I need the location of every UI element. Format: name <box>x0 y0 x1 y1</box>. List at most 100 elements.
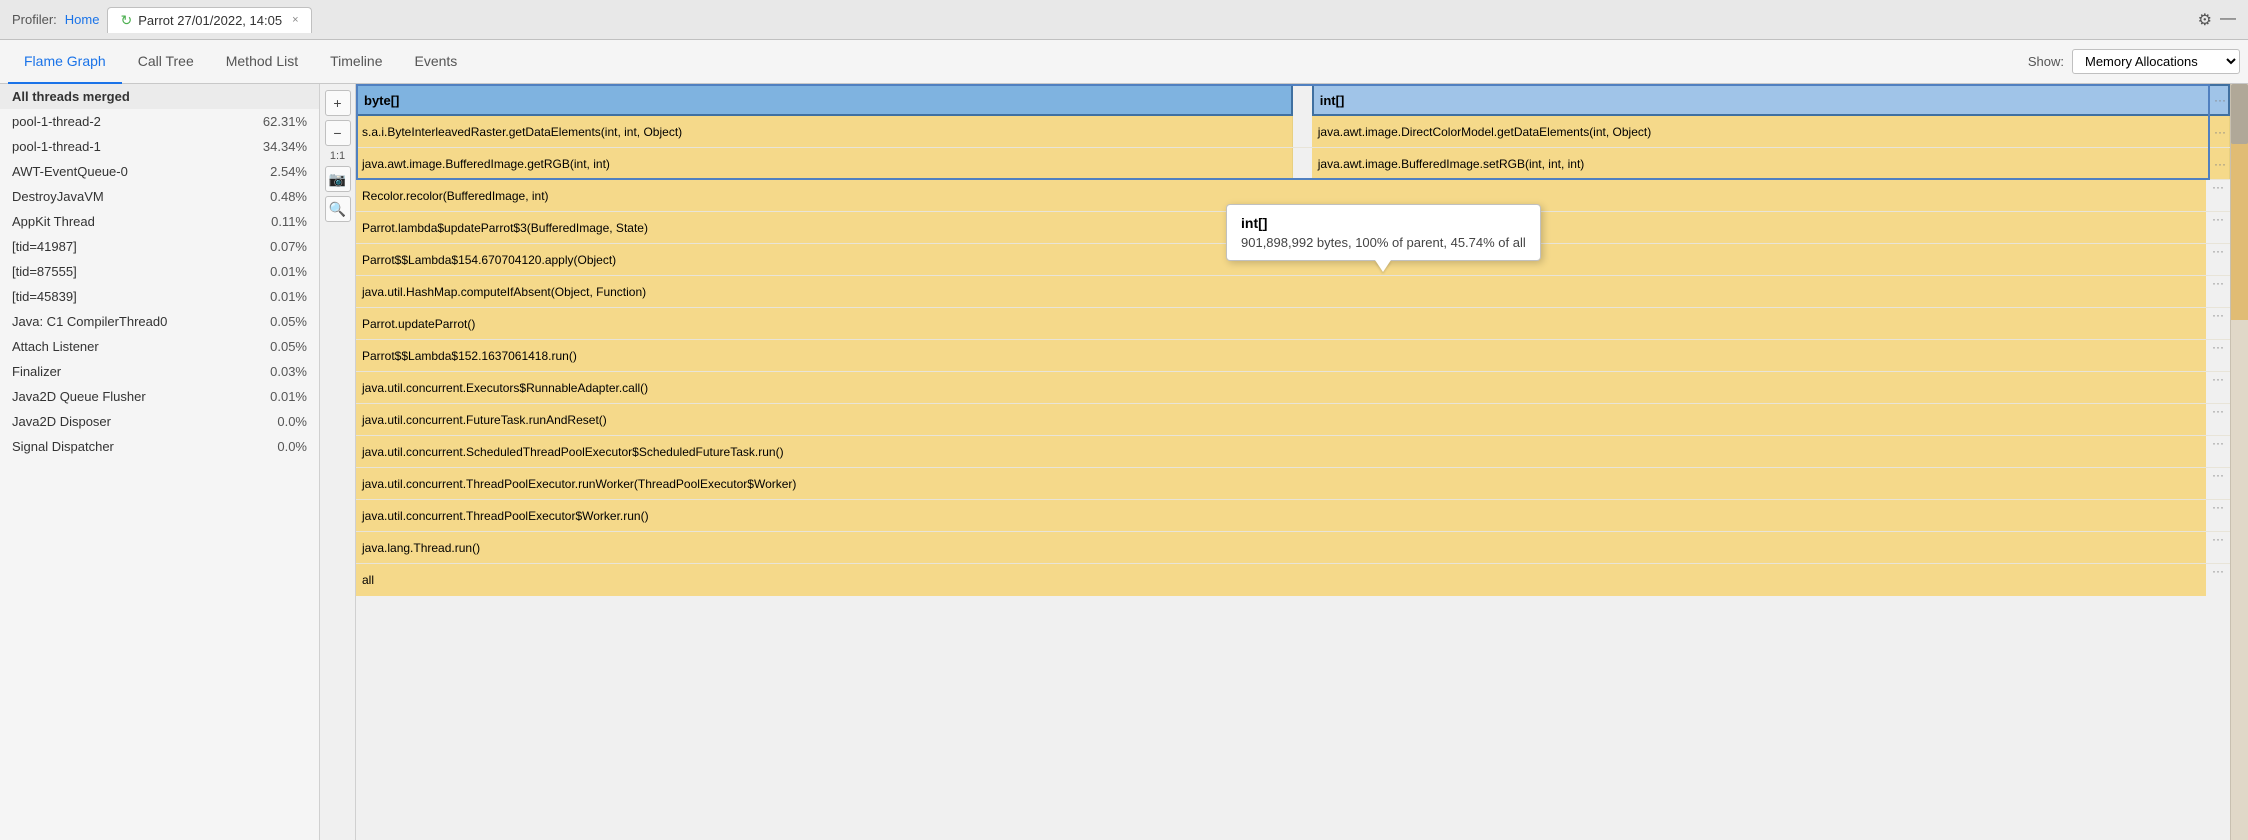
flame-row-16[interactable]: all ··· <box>356 564 2230 596</box>
thread-item-all[interactable]: All threads merged <box>0 84 319 109</box>
flame-cell-int[interactable]: int[] <box>1312 84 2230 116</box>
thread-name: Java2D Queue Flusher <box>12 389 146 404</box>
row-dots-16[interactable]: ··· <box>2206 564 2230 596</box>
thread-name: Finalizer <box>12 364 61 379</box>
flame-row-6[interactable]: Parrot$$Lambda$154.670704120.apply(Objec… <box>356 244 2230 276</box>
settings-icon[interactable]: ⚙ <box>2198 10 2212 30</box>
thread-percent: 0.03% <box>252 364 307 379</box>
flame-cell-getraster[interactable]: s.a.i.ByteInterleavedRaster.getDataEleme… <box>356 116 1293 147</box>
thread-name: [tid=45839] <box>12 289 77 304</box>
thread-item-java2dflusher[interactable]: Java2D Queue Flusher 0.01% <box>0 384 319 409</box>
thread-percent: 2.54% <box>252 164 307 179</box>
flame-cell-worker-run[interactable]: java.util.concurrent.ThreadPoolExecutor$… <box>356 500 2206 531</box>
flame-row-7[interactable]: java.util.HashMap.computeIfAbsent(Object… <box>356 276 2230 308</box>
row-dots-14[interactable]: ··· <box>2206 500 2230 531</box>
tab-flame-graph[interactable]: Flame Graph <box>8 40 122 84</box>
thread-name: All threads merged <box>12 89 130 104</box>
capture-button[interactable]: 📷 <box>325 166 351 192</box>
tab-timeline[interactable]: Timeline <box>314 40 398 84</box>
flame-cell-updateparrot[interactable]: Parrot.updateParrot() <box>356 308 2206 339</box>
thread-item-tid87555[interactable]: [tid=87555] 0.01% <box>0 259 319 284</box>
thread-item-c1compiler[interactable]: Java: C1 CompilerThread0 0.05% <box>0 309 319 334</box>
thread-item-appkit[interactable]: AppKit Thread 0.11% <box>0 209 319 234</box>
row-dots-10[interactable]: ··· <box>2206 372 2230 403</box>
row-dots-2a[interactable]: ··· <box>2214 125 2226 139</box>
flame-row-14[interactable]: java.util.concurrent.ThreadPoolExecutor$… <box>356 500 2230 532</box>
search-button[interactable]: 🔍 <box>325 196 351 222</box>
flame-cell-lambda154[interactable]: Parrot$$Lambda$154.670704120.apply(Objec… <box>356 244 2206 275</box>
thread-item-pool1thread2[interactable]: pool-1-thread-2 62.31% <box>0 109 319 134</box>
flame-cell-runnableadapter[interactable]: java.util.concurrent.Executors$RunnableA… <box>356 372 2206 403</box>
thread-percent: 0.0% <box>252 414 307 429</box>
row-dots-12[interactable]: ··· <box>2206 436 2230 467</box>
row-dots-4[interactable]: ··· <box>2206 180 2230 211</box>
flame-cell-computeifabsent[interactable]: java.util.HashMap.computeIfAbsent(Object… <box>356 276 2206 307</box>
fit-button[interactable]: 1:1 <box>330 150 345 162</box>
thread-item-destroyjvm[interactable]: DestroyJavaVM 0.48% <box>0 184 319 209</box>
row-dots-5[interactable]: ··· <box>2206 212 2230 243</box>
thread-item-attach[interactable]: Attach Listener 0.05% <box>0 334 319 359</box>
tab-events[interactable]: Events <box>399 40 474 84</box>
flame-row-9[interactable]: Parrot$$Lambda$152.1637061418.run() ··· <box>356 340 2230 372</box>
flame-cell-byte[interactable]: byte[] <box>356 84 1293 116</box>
flame-row-2[interactable]: s.a.i.ByteInterleavedRaster.getDataEleme… <box>356 116 2230 148</box>
row-dots-3[interactable]: ··· <box>2214 157 2226 171</box>
flame-cell-recolor[interactable]: Recolor.recolor(BufferedImage, int) <box>356 180 2206 211</box>
session-icon: ↻ <box>120 12 132 29</box>
thread-item-finalizer[interactable]: Finalizer 0.03% <box>0 359 319 384</box>
flame-cell-lambda-update[interactable]: Parrot.lambda$updateParrot$3(BufferedIma… <box>356 212 2206 243</box>
thread-item-tid45839[interactable]: [tid=45839] 0.01% <box>0 284 319 309</box>
flame-row-1[interactable]: byte[] int[] ··· <box>356 84 2230 116</box>
flame-cell-futuretask[interactable]: java.util.concurrent.FutureTask.runAndRe… <box>356 404 2206 435</box>
thread-name: AppKit Thread <box>12 214 95 229</box>
flame-cell-thread-run[interactable]: java.lang.Thread.run() <box>356 532 2206 563</box>
row-dots-13[interactable]: ··· <box>2206 468 2230 499</box>
session-close-button[interactable]: × <box>292 14 298 26</box>
thread-percent: 0.01% <box>252 389 307 404</box>
row-dots-15[interactable]: ··· <box>2206 532 2230 563</box>
row-dots-8[interactable]: ··· <box>2206 308 2230 339</box>
flame-cell-scheduledfuturetask[interactable]: java.util.concurrent.ScheduledThreadPool… <box>356 436 2206 467</box>
row-dots-6[interactable]: ··· <box>2206 244 2230 275</box>
row-dots-9[interactable]: ··· <box>2206 340 2230 371</box>
flame-cell-setrgb[interactable]: java.awt.image.BufferedImage.setRGB(int,… <box>1312 148 2230 179</box>
home-link[interactable]: Home <box>65 12 100 27</box>
thread-item-tid41987[interactable]: [tid=41987] 0.07% <box>0 234 319 259</box>
flame-cell-getdirectcolor[interactable]: java.awt.image.DirectColorModel.getDataE… <box>1312 116 2230 147</box>
flame-graph-area[interactable]: byte[] int[] ··· s.a.i.ByteInterleavedRa… <box>356 84 2230 840</box>
flame-row-5[interactable]: Parrot.lambda$updateParrot$3(BufferedIma… <box>356 212 2230 244</box>
row-dots-1[interactable]: ··· <box>2214 93 2226 107</box>
thread-item-java2ddisposer[interactable]: Java2D Disposer 0.0% <box>0 409 319 434</box>
zoom-in-button[interactable]: + <box>325 90 351 116</box>
scrollbar-thumb[interactable] <box>2231 84 2248 144</box>
minimize-icon[interactable]: — <box>2220 10 2236 30</box>
flame-row-11[interactable]: java.util.concurrent.FutureTask.runAndRe… <box>356 404 2230 436</box>
thread-percent: 0.07% <box>252 239 307 254</box>
thread-item-awt[interactable]: AWT-EventQueue-0 2.54% <box>0 159 319 184</box>
tab-call-tree[interactable]: Call Tree <box>122 40 210 84</box>
flame-row-12[interactable]: java.util.concurrent.ScheduledThreadPool… <box>356 436 2230 468</box>
flame-row-4[interactable]: Recolor.recolor(BufferedImage, int) ··· <box>356 180 2230 212</box>
show-select[interactable]: Memory Allocations CPU Time Wall Time <box>2072 49 2240 74</box>
flame-cell-getrgb[interactable]: java.awt.image.BufferedImage.getRGB(int,… <box>356 148 1293 179</box>
thread-name: pool-1-thread-2 <box>12 114 101 129</box>
flame-row-13[interactable]: java.util.concurrent.ThreadPoolExecutor.… <box>356 468 2230 500</box>
row-dots-7[interactable]: ··· <box>2206 276 2230 307</box>
thread-name: Java2D Disposer <box>12 414 111 429</box>
flame-row-8[interactable]: Parrot.updateParrot() ··· <box>356 308 2230 340</box>
flame-cell-lambda152[interactable]: Parrot$$Lambda$152.1637061418.run() <box>356 340 2206 371</box>
session-tab[interactable]: ↻ Parrot 27/01/2022, 14:05 × <box>107 7 311 33</box>
thread-name: [tid=41987] <box>12 239 77 254</box>
thread-item-signal[interactable]: Signal Dispatcher 0.0% <box>0 434 319 459</box>
flame-cell-all[interactable]: all <box>356 564 2206 596</box>
tab-method-list[interactable]: Method List <box>210 40 314 84</box>
thread-percent: 0.01% <box>252 264 307 279</box>
vertical-scrollbar[interactable] <box>2230 84 2248 840</box>
flame-row-3[interactable]: java.awt.image.BufferedImage.getRGB(int,… <box>356 148 2230 180</box>
flame-row-15[interactable]: java.lang.Thread.run() ··· <box>356 532 2230 564</box>
flame-cell-runworker[interactable]: java.util.concurrent.ThreadPoolExecutor.… <box>356 468 2206 499</box>
flame-row-10[interactable]: java.util.concurrent.Executors$RunnableA… <box>356 372 2230 404</box>
zoom-out-button[interactable]: − <box>325 120 351 146</box>
thread-item-pool1thread1[interactable]: pool-1-thread-1 34.34% <box>0 134 319 159</box>
row-dots-11[interactable]: ··· <box>2206 404 2230 435</box>
